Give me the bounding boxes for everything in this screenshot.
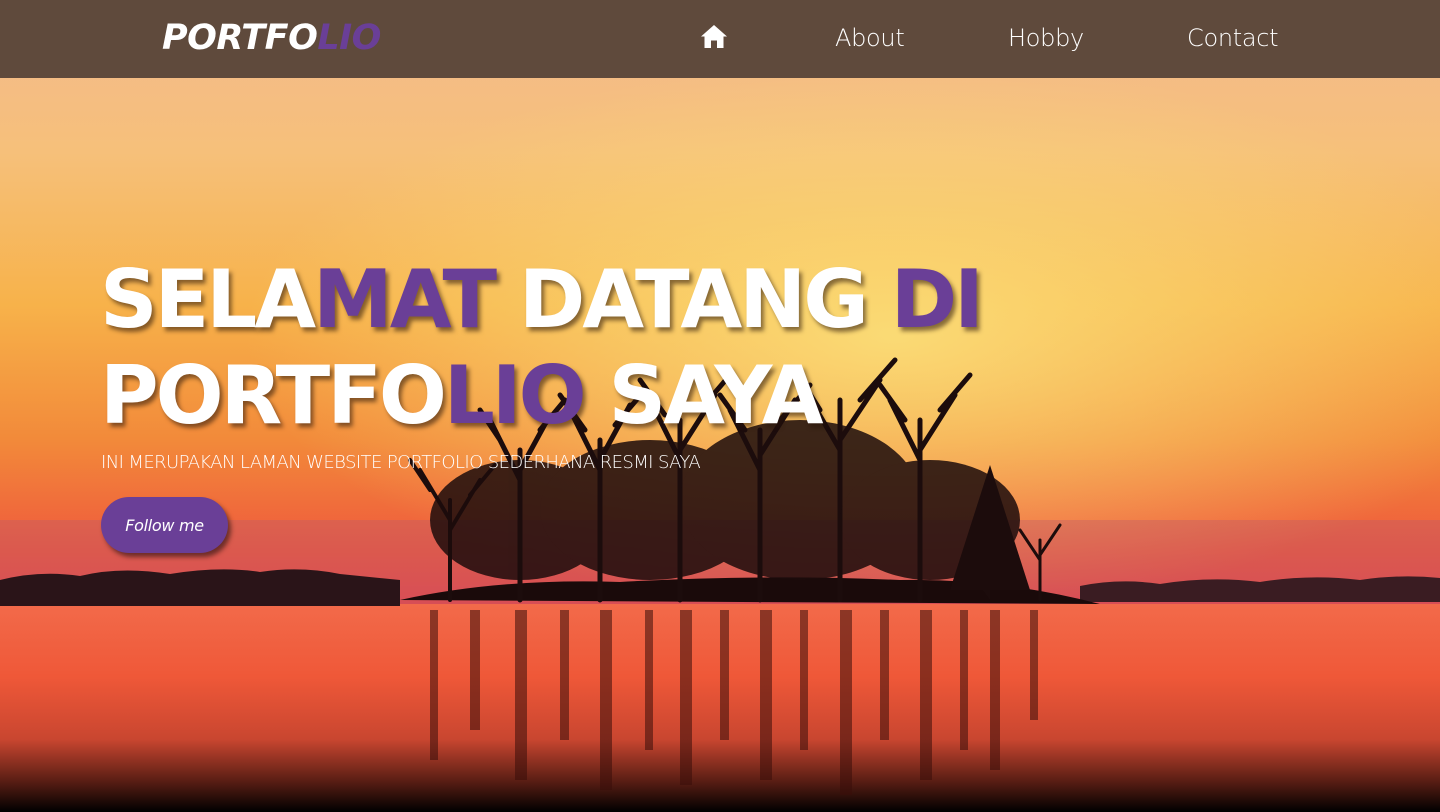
hero-title-segment: SAYA: [583, 349, 823, 442]
hero-title-line-1: SELAMAT DATANG DI: [100, 252, 1100, 348]
navbar: PORTFOLIO About Hobby Contact: [0, 0, 1440, 78]
hero-title: SELAMAT DATANG DI PORTFOLIO SAYA: [100, 252, 1100, 444]
hero-title-line-2: PORTFOLIO SAYA: [100, 348, 1100, 444]
hero-title-segment-accent: MAT: [313, 253, 497, 346]
hero-title-segment-accent: LIO: [443, 349, 587, 442]
hero-title-segment: DATANG: [494, 253, 891, 346]
hero-title-segment: PORTFO: [100, 349, 447, 442]
hero-title-segment: SELA: [100, 253, 316, 346]
nav-link-hobby[interactable]: Hobby: [1008, 22, 1084, 54]
home-icon: [701, 25, 727, 48]
nav-links: About Hobby Contact: [0, 0, 1440, 78]
nav-home-link[interactable]: [700, 24, 728, 50]
hero-subtitle: INI MERUPAKAN LAMAN WEBSITE PORTFOLIO SE…: [101, 452, 701, 473]
nav-link-contact[interactable]: Contact: [1187, 22, 1279, 54]
follow-me-button[interactable]: Follow me: [101, 497, 228, 553]
hero-title-segment-accent: DI: [890, 253, 984, 346]
nav-link-about[interactable]: About: [835, 22, 905, 54]
